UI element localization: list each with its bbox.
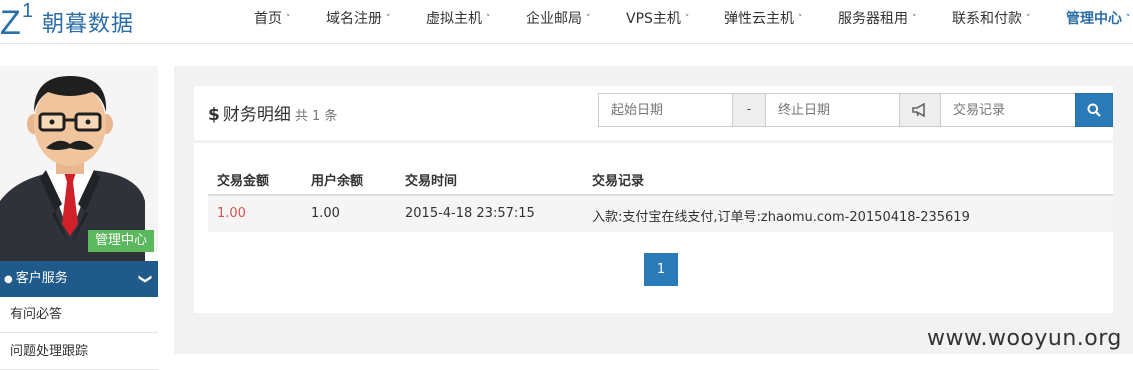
chevron-down-icon: ˅ — [798, 14, 803, 24]
nav-vps[interactable]: VPS主机 ˅ — [626, 0, 689, 40]
page-1-button[interactable]: 1 — [644, 253, 678, 286]
chevron-down-icon: ˅ — [586, 14, 591, 24]
logo-mark: Z 1 — [0, 0, 34, 42]
sidebar-item-qa[interactable]: 有问必答 — [0, 297, 158, 333]
search-button[interactable] — [1075, 93, 1113, 127]
nav-hosting[interactable]: 虚拟主机 ˅ — [426, 0, 491, 40]
top-header: Z 1 朝暮数据 首页 ˅ 域名注册 ˅ 虚拟主机 ˅ 企业邮局 ˅ VPS主机 ˅ 弹性… — [0, 0, 1133, 44]
record-search-input[interactable] — [940, 93, 1076, 127]
cell-record: 入款:支付宝在线支付,订单号:zhaomu.com-20150418-23561… — [592, 210, 970, 225]
col-time: 交易时间 — [405, 174, 458, 189]
cell-balance: 1.00 — [311, 206, 340, 221]
nav-contact[interactable]: 联系和付款 ˅ — [952, 0, 1031, 40]
brand-name: 朝暮数据 — [42, 12, 135, 37]
col-balance: 用户余额 — [311, 174, 364, 189]
record-count: 共 1 条 — [294, 109, 338, 124]
watermark: www.wooyun.org — [927, 326, 1122, 351]
nav-mail[interactable]: 企业邮局 ˅ — [526, 0, 591, 40]
customer-service-menu[interactable]: ● 客户服务 ❯ — [0, 261, 158, 297]
nav-home[interactable]: 首页 ˅ — [254, 0, 291, 40]
chevron-down-icon: ❯ — [137, 273, 153, 285]
start-date-input[interactable] — [598, 93, 733, 127]
chevron-down-icon: ˅ — [684, 14, 690, 24]
cell-time: 2015-4-18 23:57:15 — [405, 206, 535, 221]
chevron-down-icon: ˅ — [286, 14, 291, 24]
chevron-down-icon: ˅ — [912, 14, 917, 24]
chevron-down-icon: ˅ — [486, 14, 491, 24]
chevron-down-icon: ˅ — [1026, 14, 1031, 24]
search-icon — [1087, 103, 1101, 117]
sidebar-item-tracking[interactable]: 问题处理跟踪 — [0, 334, 158, 370]
end-date-input[interactable] — [765, 93, 900, 127]
nav-cloud[interactable]: 弹性云主机 ˅ — [724, 0, 803, 40]
dollar-icon: $ — [208, 105, 220, 125]
pin-icon: ● — [4, 274, 13, 285]
cell-amount: 1.00 — [217, 206, 246, 221]
menu-title: 客户服务 — [15, 271, 68, 286]
nav-manage[interactable]: 管理中心 ˅ — [1066, 0, 1131, 40]
manage-center-badge[interactable]: 管理中心 — [88, 230, 154, 252]
site-logo[interactable]: Z 1 朝暮数据 — [0, 0, 134, 44]
nav-domain[interactable]: 域名注册 ˅ — [326, 0, 391, 40]
bullhorn-icon — [899, 93, 941, 127]
chevron-down-icon: ˅ — [386, 14, 391, 24]
col-amount: 交易金额 — [217, 174, 270, 189]
nav-server[interactable]: 服务器租用 ˅ — [838, 0, 917, 40]
chevron-down-icon: ˅ — [1126, 14, 1131, 24]
date-separator: - — [732, 93, 766, 127]
page-title: $ 财务明细共 1 条 — [208, 105, 338, 125]
col-record: 交易记录 — [592, 174, 645, 189]
